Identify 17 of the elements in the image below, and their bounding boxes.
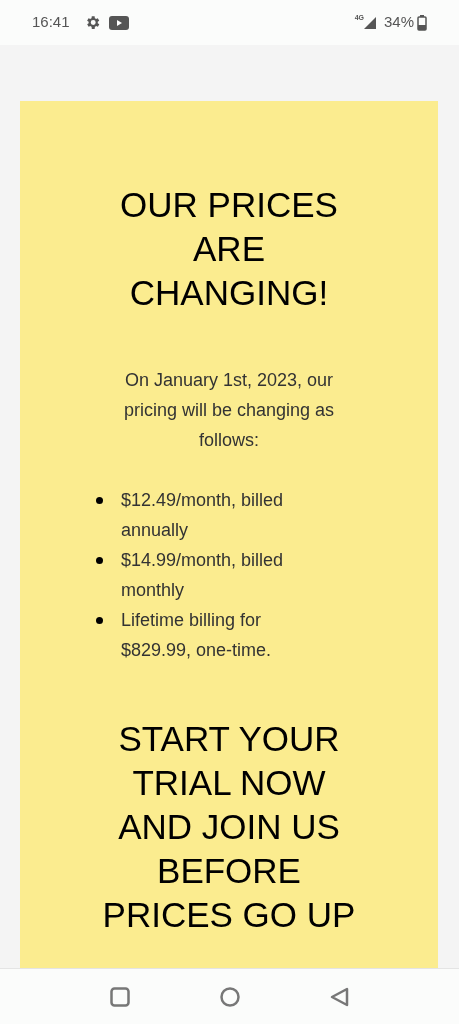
heading: OUR PRICES ARE CHANGING! (119, 184, 339, 314)
signal-icon (363, 15, 376, 30)
video-player-icon (108, 15, 129, 30)
battery-percentage: 34% (383, 12, 414, 33)
home-icon[interactable] (219, 986, 240, 1007)
price-item: $14.99/month, billed monthly (121, 549, 285, 602)
clock: 16:41 (32, 12, 70, 33)
recent-apps-icon[interactable] (109, 986, 130, 1007)
price-item: Lifetime billing for $829.99, one-time. (121, 609, 273, 662)
price-item: $12.49/month, billed annually (121, 489, 285, 542)
call-to-action-heading: START YOUR TRIAL NOW AND JOIN US BEFORE PRICES GO UP (101, 718, 357, 936)
bullet-icon (96, 617, 103, 624)
bullet-icon (96, 497, 103, 504)
battery-icon (417, 14, 427, 31)
intro-text: On January 1st, 2023, our pricing will be changing as follows: (122, 369, 336, 452)
back-icon[interactable] (329, 986, 350, 1007)
bullet-icon (96, 557, 103, 564)
